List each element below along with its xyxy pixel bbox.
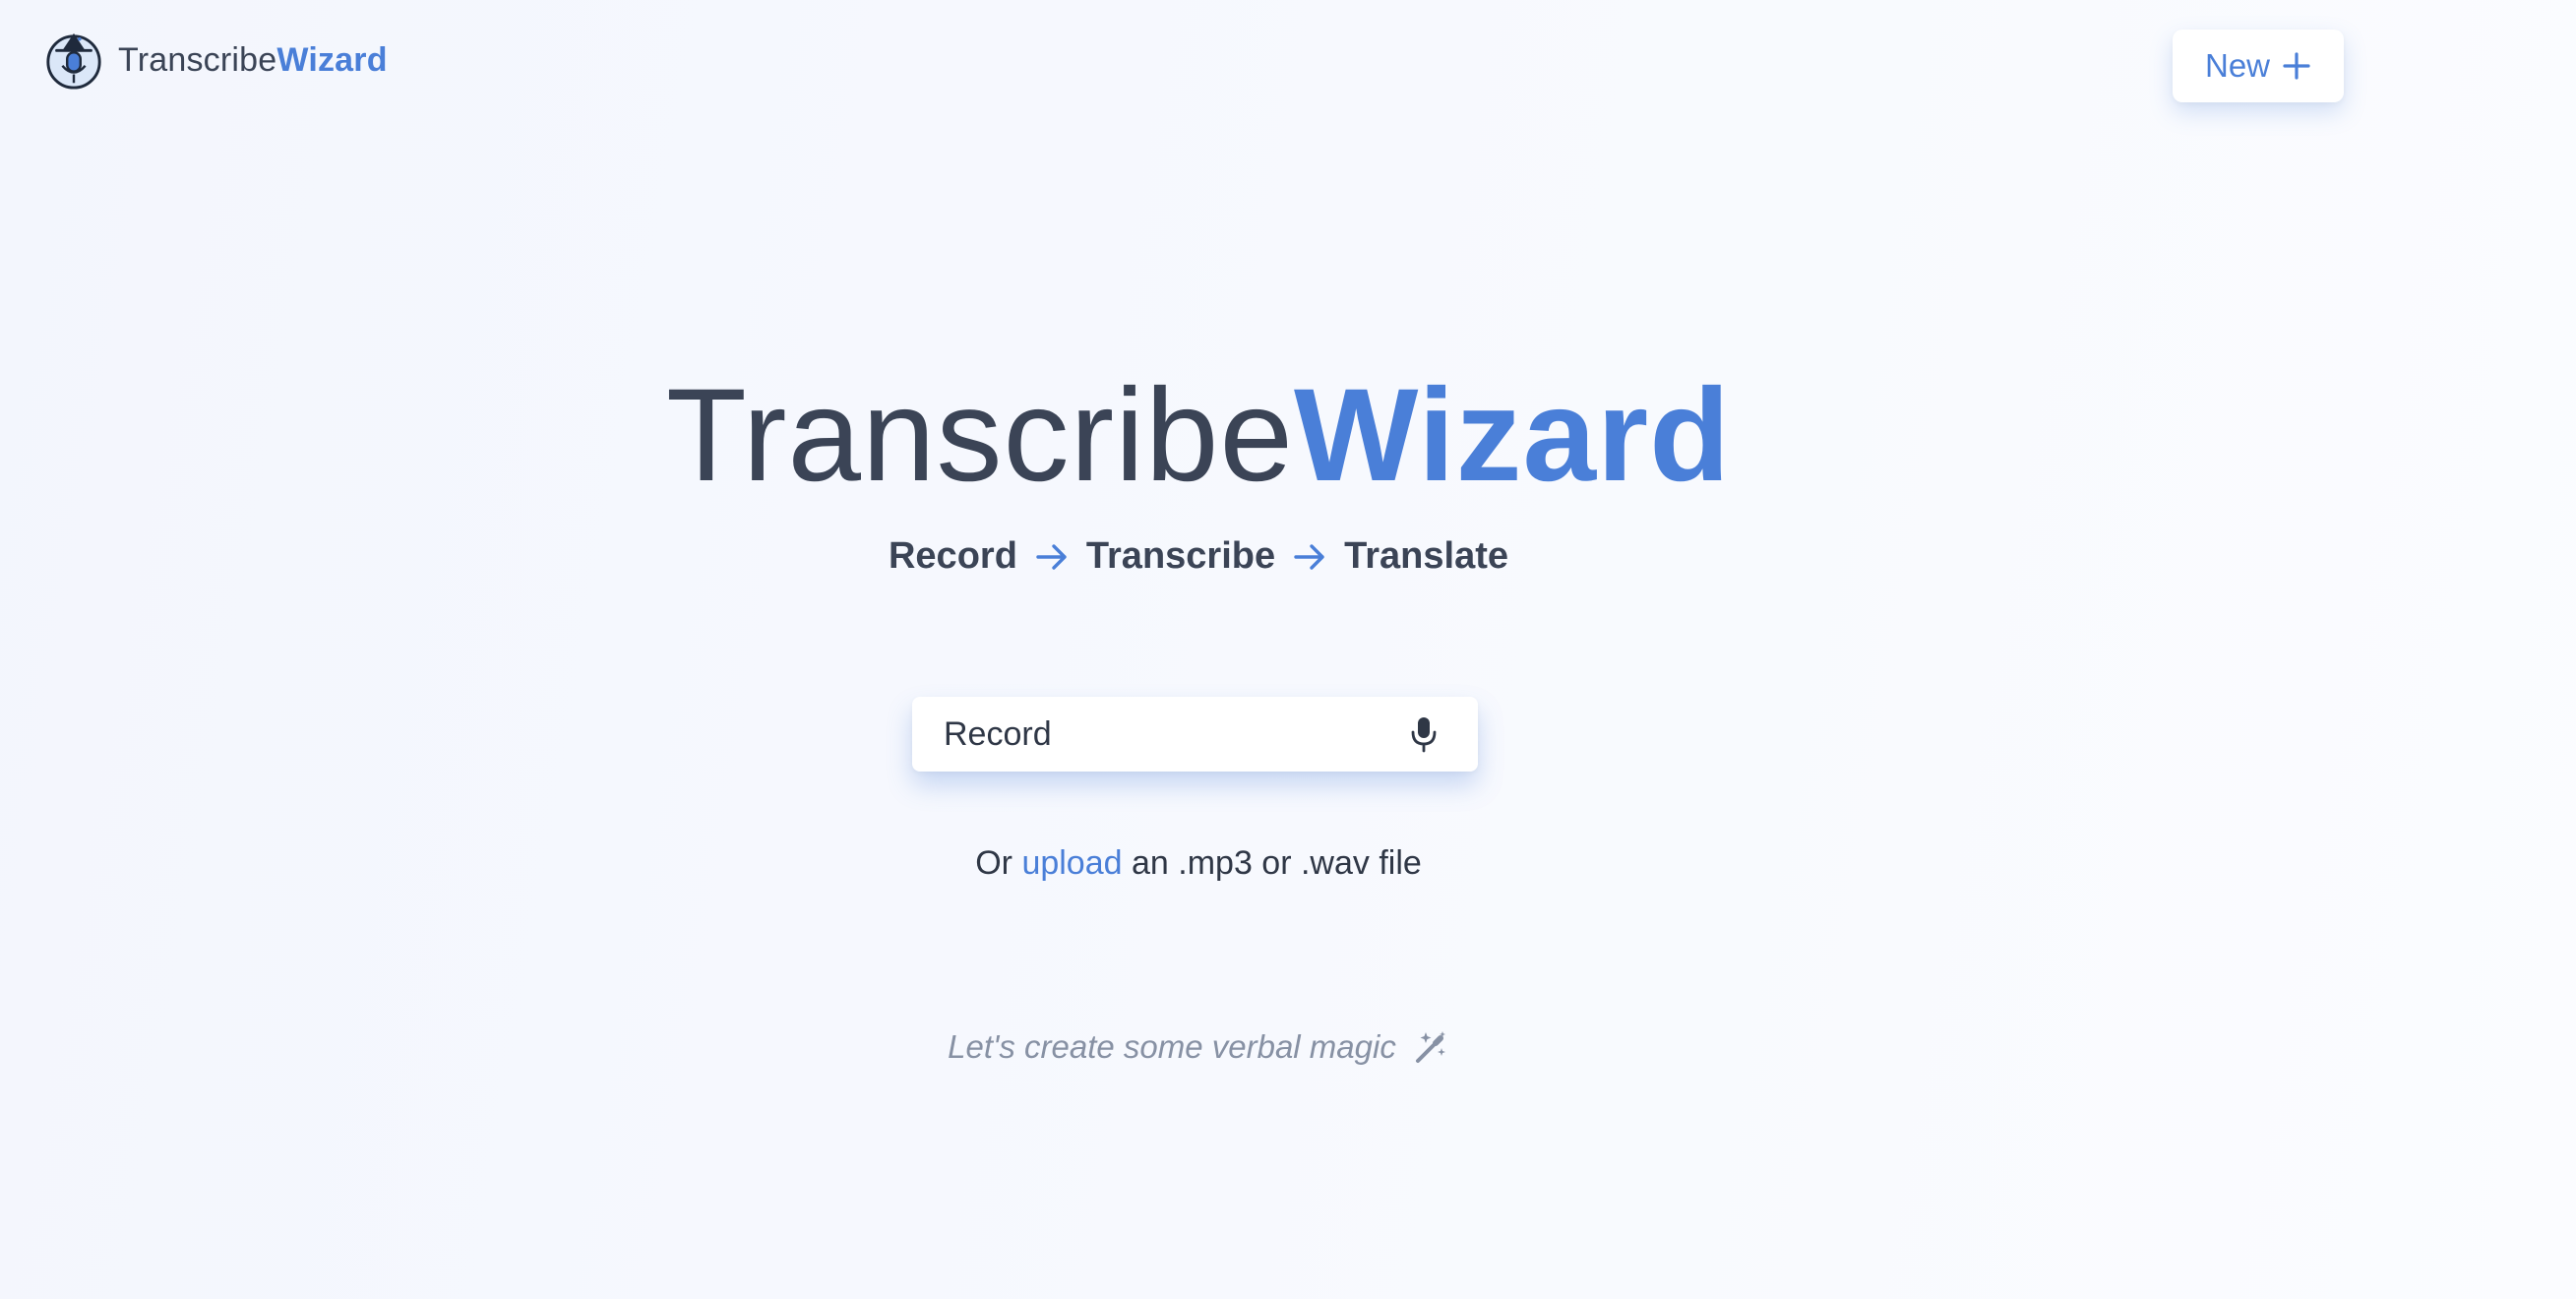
- logo-text: TranscribeWizard: [118, 41, 388, 80]
- page: TranscribeWizard New TranscribeWizard Re…: [0, 0, 2576, 1299]
- tagline-text: Let's create some verbal magic: [948, 1028, 1396, 1065]
- step-translate: Translate: [1344, 535, 1508, 577]
- logo-text-part1: Transcribe: [118, 40, 277, 79]
- new-button-label: New: [2204, 47, 2271, 84]
- upload-suffix: an .mp3 or .wav file: [1132, 844, 1422, 882]
- record-button[interactable]: Record: [912, 697, 1478, 772]
- upload-hint: Or upload an .mp3 or .wav file: [0, 844, 2397, 883]
- microphone-icon: [1411, 717, 1437, 753]
- wizard-microphone-icon: [46, 32, 101, 90]
- upload-prefix: Or: [975, 844, 1012, 882]
- tagline: Let's create some verbal magic: [0, 1028, 2397, 1066]
- arrow-right-icon: [1294, 543, 1324, 570]
- hero-title-part1: Transcribe: [665, 362, 1294, 509]
- logo-text-part2: Wizard: [276, 40, 388, 79]
- steps-subtitle: Record Transcribe Translate: [0, 535, 2397, 578]
- app-logo[interactable]: TranscribeWizard: [43, 30, 388, 91]
- hero-title-part2: Wizard: [1293, 362, 1732, 509]
- upload-link[interactable]: upload: [1021, 844, 1122, 882]
- plus-icon: [2283, 52, 2310, 80]
- step-transcribe: Transcribe: [1085, 535, 1276, 577]
- arrow-right-icon: [1036, 543, 1067, 570]
- record-button-label: Record: [944, 714, 1052, 753]
- magic-wand-icon: [1415, 1031, 1445, 1063]
- hero-title: TranscribeWizard: [0, 352, 2397, 520]
- new-button[interactable]: New: [2173, 30, 2344, 102]
- step-record: Record: [888, 535, 1017, 577]
